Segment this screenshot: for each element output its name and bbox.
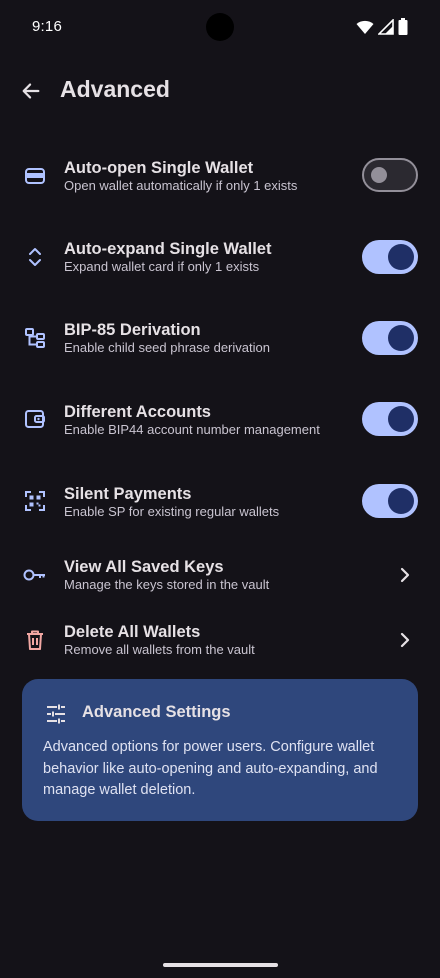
toggle-thumb (388, 325, 414, 351)
setting-title: Auto-open Single Wallet (64, 159, 254, 177)
setting-subtitle: Manage the keys stored in the vault (64, 577, 270, 592)
setting-auto-open-single-wallet[interactable]: Auto-open Single Wallet Open wallet auto… (0, 141, 440, 209)
setting-bip85-derivation[interactable]: BIP-85 Derivation Enable child seed phra… (0, 304, 440, 372)
home-indicator[interactable] (163, 963, 278, 967)
status-time: 9:16 (32, 18, 62, 35)
advanced-settings-screen: 9:16 Advanced Auto-open Single Wallet Op… (0, 0, 440, 978)
qr-code-icon (22, 488, 48, 514)
setting-title: View All Saved Keys (64, 558, 224, 576)
chevron-right-icon (396, 631, 414, 649)
setting-title: Different Accounts (64, 403, 211, 421)
setting-auto-expand-single-wallet[interactable]: Auto-expand Single Wallet Expand wallet … (0, 223, 440, 291)
setting-title: Silent Payments (64, 485, 192, 503)
setting-subtitle: Enable SP for existing regular wallets (64, 504, 280, 519)
tree-derivation-icon (22, 325, 48, 351)
bip85-toggle[interactable] (362, 321, 418, 355)
setting-different-accounts[interactable]: Different Accounts Enable BIP44 account … (0, 385, 440, 453)
setting-subtitle: Expand wallet card if only 1 exists (64, 259, 260, 274)
setting-delete-all-wallets[interactable]: Delete All Wallets Remove all wallets fr… (0, 606, 440, 674)
arrow-back-icon (22, 83, 40, 99)
toggle-thumb (371, 167, 387, 183)
toggle-thumb (388, 244, 414, 270)
setting-subtitle: Remove all wallets from the vault (64, 642, 255, 657)
setting-title: Auto-expand Single Wallet (64, 240, 272, 258)
key-icon (22, 562, 48, 588)
info-card-body: Advanced options for power users. Config… (43, 739, 378, 798)
status-icons (356, 18, 408, 35)
silent-payments-toggle[interactable] (362, 484, 418, 518)
auto-open-toggle[interactable] (362, 158, 418, 192)
wifi-icon (356, 20, 374, 34)
back-button[interactable] (16, 76, 46, 106)
battery-icon (398, 18, 408, 35)
page-title: Advanced (60, 76, 170, 102)
top-app-bar: Advanced (0, 64, 440, 116)
setting-subtitle: Enable BIP44 account number management (64, 422, 320, 437)
signal-icon (378, 18, 394, 35)
expand-chevrons-icon (22, 244, 48, 270)
setting-subtitle: Open wallet automatically if only 1 exis… (64, 178, 298, 193)
wallet-card-icon (22, 163, 48, 189)
sliders-icon (44, 702, 68, 726)
toggle-thumb (388, 488, 414, 514)
wallet-icon (22, 406, 48, 432)
setting-silent-payments[interactable]: Silent Payments Enable SP for existing r… (0, 467, 440, 535)
different-accounts-toggle[interactable] (362, 402, 418, 436)
setting-subtitle: Enable child seed phrase derivation (64, 340, 270, 355)
chevron-right-icon (396, 566, 414, 584)
camera-cutout (206, 13, 234, 41)
setting-view-all-saved-keys[interactable]: View All Saved Keys Manage the keys stor… (0, 541, 440, 609)
info-card-title: Advanced Settings (82, 703, 231, 721)
setting-title: Delete All Wallets (64, 623, 201, 641)
auto-expand-toggle[interactable] (362, 240, 418, 274)
trash-icon (22, 627, 48, 653)
status-bar: 9:16 (0, 0, 440, 56)
setting-title: BIP-85 Derivation (64, 321, 201, 339)
advanced-settings-info-card: Advanced Settings Advanced options for p… (22, 679, 418, 821)
toggle-thumb (388, 406, 414, 432)
